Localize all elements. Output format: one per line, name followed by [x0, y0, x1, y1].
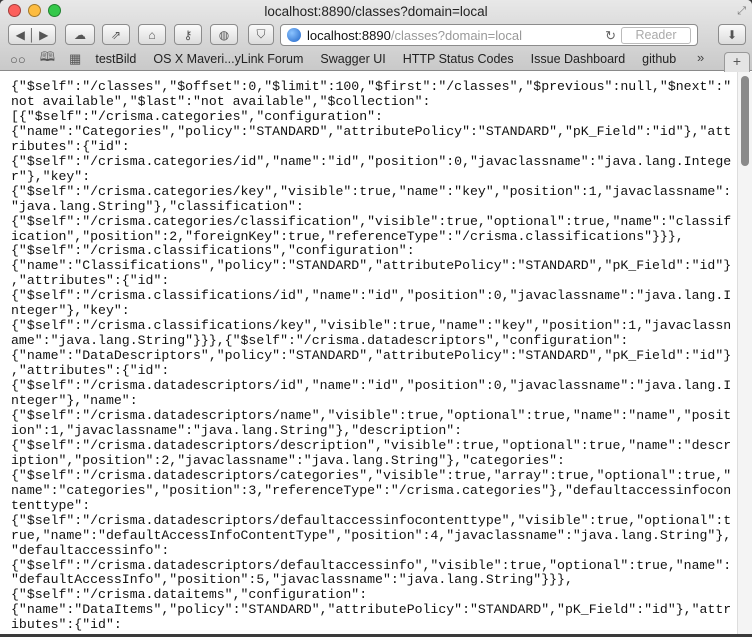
key-button[interactable]: ⚷ — [174, 24, 202, 45]
vertical-scrollbar[interactable] — [737, 72, 752, 634]
fullscreen-icon[interactable]: ⤢ — [737, 5, 746, 18]
scrollbar-thumb[interactable] — [741, 76, 749, 166]
json-line: {"name":"Classifications","policy":"STAN… — [11, 258, 732, 274]
json-line: {"$self":"/crisma.classifications/key","… — [11, 318, 732, 334]
url-host: localhost:8890 — [307, 27, 391, 43]
json-line: {"$self":"/crisma.datadescriptors/catego… — [11, 467, 732, 483]
json-line: {"name":"Categories","policy":"STANDARD"… — [11, 123, 732, 139]
json-response-body: {"$self":"/classes","$offset":0,"$limit"… — [0, 72, 737, 634]
pocket-icon: ⛉ — [256, 27, 266, 41]
pocket-button[interactable]: ⛉ — [248, 24, 274, 45]
browser-window: localhost:8890/classes?domain=local ⤢ ◀ … — [0, 0, 752, 634]
json-line: "java.lang.String"},"classification": — [11, 198, 304, 214]
back-icon[interactable]: ◀ — [16, 28, 25, 42]
toolbar: ◀ │ ▶ ☁ ⇗ ⌂ ⚷ ◍ ⛉ localhost:8890/classes… — [0, 23, 752, 48]
json-line: nteger"},"name": — [11, 393, 138, 409]
globe-icon — [287, 28, 301, 42]
json-line: {"$self":"/crisma.classifications","conf… — [11, 243, 415, 259]
key-icon: ⚷ — [183, 27, 193, 42]
json-line: [{"$self":"/crisma.categories","configur… — [11, 108, 383, 124]
ghostery-icon: ◍ — [218, 27, 230, 42]
json-line: ication","position":2,"foreignKey":true,… — [11, 228, 684, 244]
json-line: {"$self":"/crisma.datadescriptors/name",… — [11, 407, 732, 423]
home-button[interactable]: ⌂ — [138, 24, 166, 45]
json-line: tenttype": — [11, 497, 91, 513]
json-line: rue,"name":"defaultAccessInfoContentType… — [11, 527, 732, 543]
title-bar: localhost:8890/classes?domain=local ⤢ — [0, 0, 752, 23]
reading-list-icon[interactable]: ○○ — [10, 52, 26, 67]
bookmark-item[interactable]: Swagger UI — [320, 52, 385, 66]
json-line: nteger"},"key": — [11, 303, 130, 319]
json-line: ibutes":{"id": — [11, 617, 122, 633]
reload-icon[interactable]: ↻ — [605, 28, 616, 44]
json-line: iption","position":2,"javaclassname":"ja… — [11, 452, 565, 468]
bookmarks-book-icon[interactable]: 🕮 — [40, 48, 55, 70]
bookmark-item[interactable]: github — [642, 52, 676, 66]
forward-icon[interactable]: ▶ — [39, 28, 48, 42]
downloads-button[interactable]: ⬇ — [718, 24, 746, 45]
icloud-button[interactable]: ☁ — [65, 24, 95, 45]
browser-chrome: localhost:8890/classes?domain=local ⤢ ◀ … — [0, 0, 752, 72]
json-line: {"name":"DataItems","policy":"STANDARD",… — [11, 602, 732, 618]
json-line: "defaultaccessinfo": — [11, 542, 170, 558]
json-line: {"$self":"/crisma.datadescriptors/id","n… — [11, 378, 732, 394]
json-line: {"$self":"/crisma.datadescriptors/defaul… — [11, 557, 732, 573]
ghostery-button[interactable]: ◍ — [210, 24, 238, 45]
json-line: {"$self":"/crisma.categories/key","visib… — [11, 183, 732, 199]
json-line: not available","$last":"not available","… — [11, 93, 431, 109]
new-tab-button[interactable]: + — [724, 52, 750, 72]
bookmarks-bar: ○○ 🕮 ▦ testBild OS X Maveri...yLink Foru… — [0, 48, 752, 72]
json-line: {"$self":"/crisma.categories/id","name":… — [11, 153, 732, 169]
bookmark-item[interactable]: HTTP Status Codes — [403, 52, 514, 66]
json-line: {"$self":"/crisma.dataitems","configurat… — [11, 587, 368, 603]
share-icon: ⇗ — [110, 27, 122, 42]
json-line: ame":"java.lang.String"}}},{"$self":"/cr… — [11, 333, 629, 349]
back-forward-buttons[interactable]: ◀ │ ▶ — [8, 24, 56, 45]
json-line: {"$self":"/crisma.datadescriptors/descri… — [11, 437, 732, 453]
json-line: {"$self":"/crisma.categories/classificat… — [11, 213, 732, 229]
reader-button[interactable]: Reader — [621, 27, 691, 44]
share-button[interactable]: ⇗ — [102, 24, 130, 45]
json-line: ion":1,"javaclassname":"java.lang.String… — [11, 422, 463, 438]
bookmark-item[interactable]: testBild — [95, 52, 136, 66]
bookmark-item[interactable]: Issue Dashboard — [531, 52, 626, 66]
json-line: "defaultAccessInfo","position":5,"javacl… — [11, 572, 573, 588]
json-line: ,"attributes":{"id": — [11, 363, 170, 379]
json-line: {"$self":"/crisma.datadescriptors/defaul… — [11, 512, 732, 528]
window-title: localhost:8890/classes?domain=local — [264, 4, 488, 19]
home-icon: ⌂ — [148, 27, 156, 42]
icloud-icon: ☁ — [74, 27, 86, 42]
address-bar[interactable]: localhost:8890/classes?domain=local ↻ Re… — [280, 24, 698, 46]
more-bookmarks-chevron-icon[interactable]: » — [697, 50, 704, 65]
json-line: name":"categories","position":3,"referen… — [11, 482, 732, 498]
top-sites-grid-icon[interactable]: ▦ — [69, 51, 81, 67]
json-line: {"$self":"/crisma.classifications/id","n… — [11, 288, 732, 304]
json-line: {"$self":"/classes","$offset":0,"$limit"… — [11, 79, 732, 94]
url-path: /classes?domain=local — [390, 27, 522, 43]
json-line: ributes":{"id": — [11, 138, 130, 154]
download-icon: ⬇ — [726, 27, 738, 42]
json-text: {"$self":"/classes","$offset":0,"$limit"… — [11, 79, 737, 633]
json-line: {"name":"DataDescriptors","policy":"STAN… — [11, 348, 732, 364]
bookmark-item[interactable]: OS X Maveri...yLink Forum — [153, 52, 303, 66]
json-line: r"},"key": — [11, 168, 91, 184]
json-line: ,"attributes":{"id": — [11, 273, 170, 289]
